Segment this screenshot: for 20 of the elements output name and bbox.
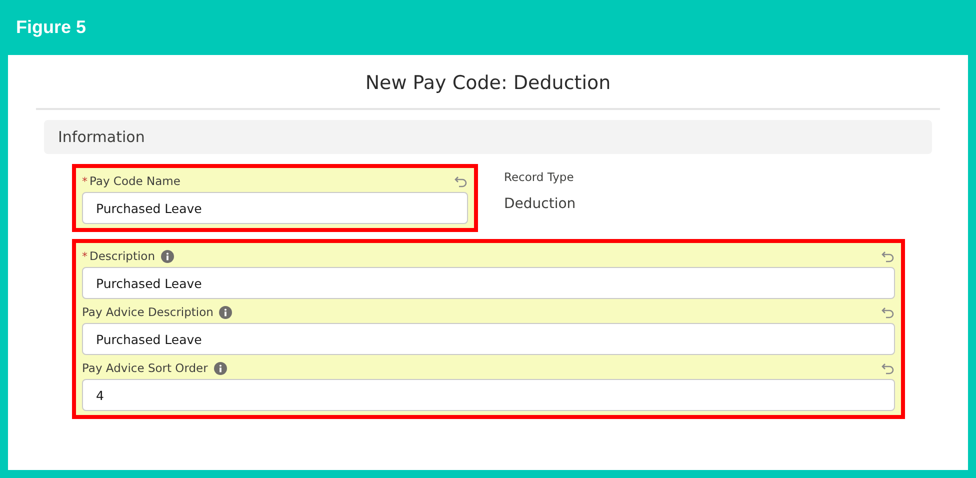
text-input[interactable]: Purchased Leave [82, 323, 895, 355]
field-label: Pay Advice Sort Order [82, 361, 208, 375]
figure-label: Figure 5 [15, 16, 88, 39]
undo-icon[interactable] [881, 249, 895, 263]
info-icon[interactable] [219, 306, 232, 318]
undo-icon[interactable] [881, 305, 895, 319]
section-header[interactable]: Information [44, 120, 932, 154]
field-value: Deduction [504, 196, 576, 212]
text-input[interactable]: 4 [82, 379, 895, 411]
field-label: Record Type [504, 170, 575, 184]
field-label: Pay Advice Description [82, 305, 214, 319]
text-input[interactable]: Purchased Leave [82, 267, 895, 299]
undo-icon[interactable] [454, 174, 468, 188]
text-input[interactable]: Purchased Leave [82, 192, 468, 224]
field-label: * Description [82, 249, 155, 263]
info-icon[interactable] [214, 362, 227, 374]
field-label: * Pay Code Name [82, 174, 180, 188]
info-icon[interactable] [161, 250, 174, 262]
modal-title: New Pay Code: Deduction [36, 55, 940, 110]
undo-icon[interactable] [881, 361, 895, 375]
